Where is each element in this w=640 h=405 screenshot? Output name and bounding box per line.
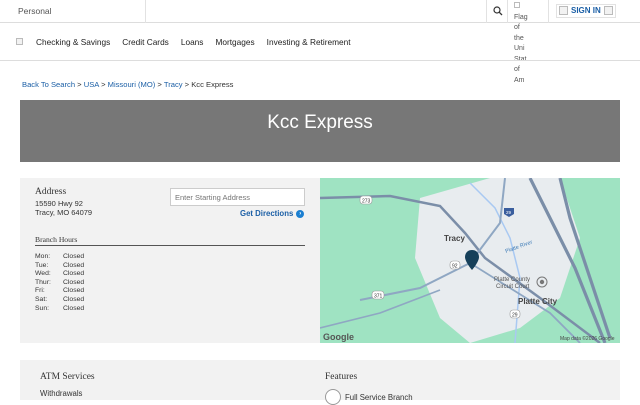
hours-row: Mon: Closed [35,253,85,260]
arrow-right-icon: › [296,209,305,218]
court-icon-center [539,279,545,285]
branch-map[interactable]: Tracy Platte River Platte County Circuit… [320,178,620,343]
hours-row: Wed: Closed [35,270,85,278]
starting-address-input[interactable] [170,188,305,206]
segment-selector[interactable]: Personal [18,6,52,16]
map-label-tracy: Tracy [444,234,465,243]
top-bar: Personal Flag of the Uni Stat of Am SIGN… [0,0,640,84]
route-29-label: 29 [512,313,518,319]
main-nav: Checking & Savings Credit Cards Loans Mo… [0,23,640,61]
map-label-platte-city: Platte City [518,297,558,306]
interstate-29-label: 29 [506,210,512,215]
hours-row: Fri: Closed [35,287,85,295]
logo-icon[interactable] [16,38,23,45]
map-label-court-2: Circuit Court [496,284,530,290]
route-371-label: 371 [374,294,383,300]
hours-row: Thur: Closed [35,278,85,286]
nav-loans[interactable]: Loans [181,37,204,47]
address-line-1: 15590 Hwy 92 [35,199,83,208]
nav-investing-retirement[interactable]: Investing & Retirement [267,37,351,47]
address-label: Address [35,187,67,197]
breadcrumb-usa[interactable]: USA [84,80,99,89]
atm-service-item: Withdrawals [40,389,83,398]
search-icon [493,6,503,16]
get-directions-link[interactable]: Get Directions › [240,209,305,218]
hours-row: Sun: Closed [35,304,85,312]
broken-image-icon [514,2,520,8]
features-title: Features [325,372,358,382]
route-92-label: 92 [452,264,458,270]
nav-checking-savings[interactable]: Checking & Savings [36,37,110,47]
atm-services-title: ATM Services [40,372,95,382]
divider [35,245,305,246]
branch-hours-list: Mon: Closed Tue: Closed Wed: Closed Thur: Cl… [35,253,84,313]
branch-info-panel: Address 15590 Hwy 92 Tracy, MO 64079 Get… [20,178,320,343]
google-logo: Google [323,332,354,342]
hours-row: Sat: Closed [35,295,85,303]
breadcrumb-current: Kcc Express [191,80,234,89]
breadcrumb: Back To Search > USA > Missouri (MO) > T… [22,80,234,89]
breadcrumb-tracy[interactable]: Tracy [164,80,183,89]
search-button[interactable] [486,0,508,23]
divider [548,0,549,23]
divider [145,0,146,23]
address-line-2: Tracy, MO 64079 [35,208,93,217]
nav-mortgages[interactable]: Mortgages [215,37,254,47]
branch-hours-label: Branch Hours [35,235,78,244]
nav-credit-cards[interactable]: Credit Cards [122,37,169,47]
map-attribution: Map data ©2026 Google [560,335,615,342]
hero-banner: Kcc Express [20,100,620,162]
lock-icon [559,6,568,16]
sign-in-button[interactable]: SIGN IN [556,4,616,18]
map-label-court-1: Platte County [494,277,530,283]
map-canvas: Tracy Platte River Platte County Circuit… [320,178,620,343]
breadcrumb-back-to-search[interactable]: Back To Search [22,80,75,89]
hours-row: Tue: Closed [35,261,85,269]
route-273-label: 273 [362,199,371,205]
page-title: Kcc Express [267,112,373,133]
breadcrumb-missouri[interactable]: Missouri (MO) [108,80,156,89]
feature-item: Full Service Branch [345,393,413,402]
branch-icon [325,389,341,405]
chevron-icon [603,6,613,16]
services-panel: ATM Services Withdrawals Features Full S… [20,360,620,405]
